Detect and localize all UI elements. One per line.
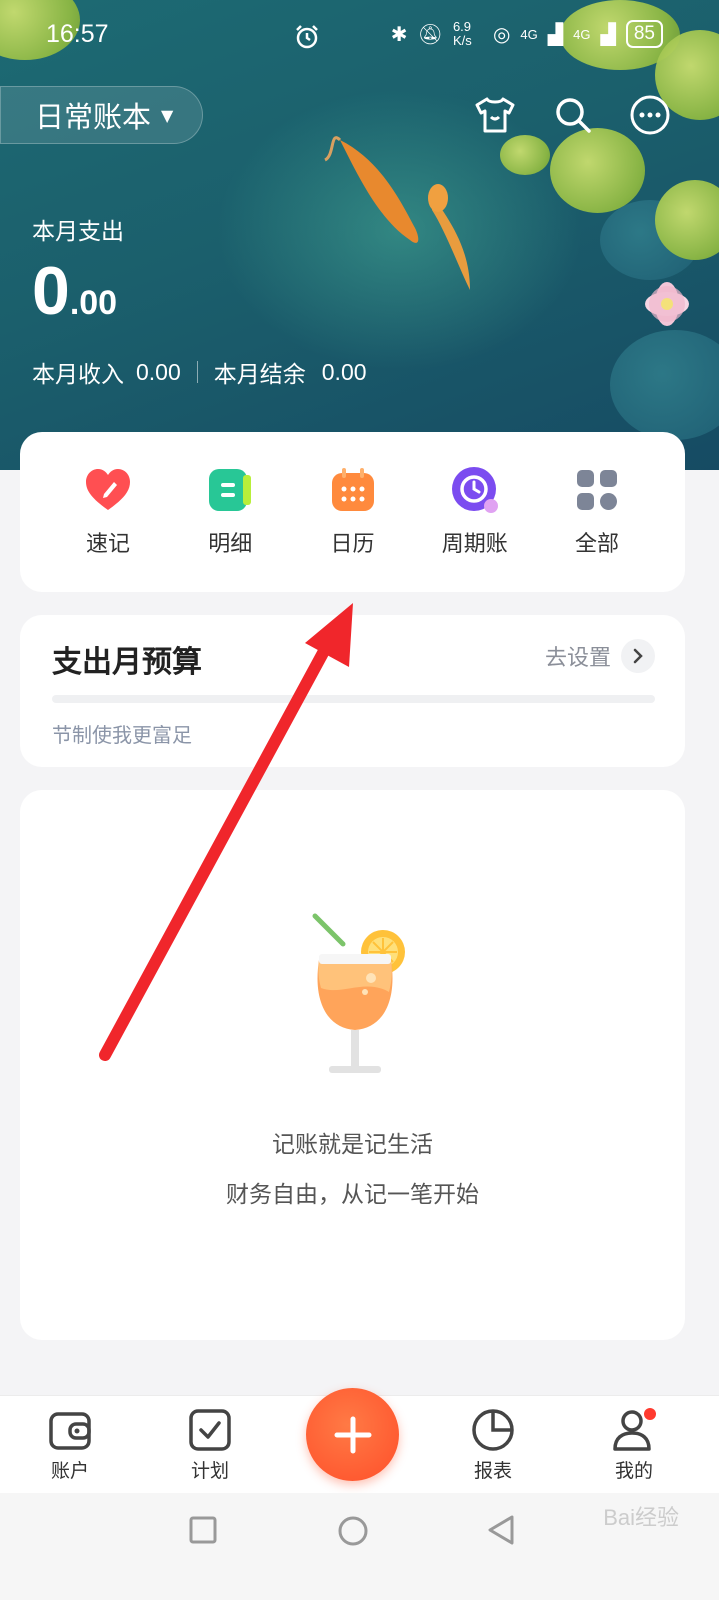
pie-chart-icon (472, 1409, 514, 1451)
back-icon[interactable] (486, 1514, 518, 1546)
plus-icon (334, 1416, 371, 1453)
nav-label: 报表 (473, 1460, 512, 1482)
nav-label: 账户 (50, 1460, 89, 1482)
empty-state-subtitle: 财务自由，从记一笔开始 (226, 1182, 479, 1208)
wallet-icon (49, 1412, 91, 1450)
checkbox-icon (189, 1409, 231, 1451)
annotation-arrow (99, 603, 353, 1061)
user-icon (613, 1408, 656, 1451)
empty-state-title: 记账就是记生活 (272, 1132, 433, 1158)
watermark: Bai经验 (603, 1505, 679, 1530)
nav-mine[interactable]: 我的 (589, 1408, 679, 1483)
recent-apps-icon[interactable] (188, 1515, 218, 1545)
home-icon[interactable] (337, 1515, 369, 1547)
add-record-button[interactable] (306, 1388, 399, 1481)
nav-plan[interactable]: 计划 (165, 1408, 255, 1483)
nav-accounts[interactable]: 账户 (25, 1408, 115, 1483)
nav-reports[interactable]: 报表 (448, 1408, 538, 1483)
nav-label: 我的 (614, 1460, 653, 1482)
nav-label: 计划 (190, 1460, 229, 1482)
